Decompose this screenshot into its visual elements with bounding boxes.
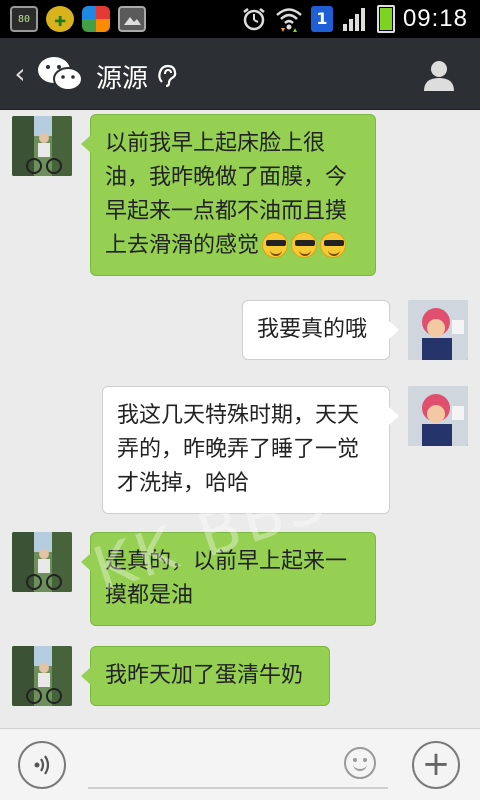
message-bubble[interactable]: 以前我早上起床脸上很油，我昨晚做了面膜，今早起来一点都不油而且摸上去滑滑的感觉 <box>81 114 376 276</box>
my-avatar[interactable] <box>408 386 468 446</box>
contact-profile-button[interactable] <box>422 58 456 92</box>
contact-avatar[interactable] <box>12 646 72 706</box>
wechat-logo-icon <box>38 57 83 91</box>
message-text: 我这几天特殊时期，天天弄的，昨晚弄了睡了一觉才洗掉，哈哈 <box>117 403 360 496</box>
sunglasses-emoji-icon <box>291 232 318 258</box>
voice-icon <box>34 755 50 775</box>
chat-header: ‹ 源源 <box>0 38 480 110</box>
emoji-button[interactable] <box>344 747 376 779</box>
back-button[interactable]: ‹ <box>6 56 34 92</box>
system-icons: 1 09:18 <box>241 4 468 34</box>
sunglasses-emoji-icon <box>320 232 347 258</box>
message-bubble[interactable]: 我要真的哦 <box>242 300 399 360</box>
voice-input-button[interactable] <box>18 741 66 789</box>
earpiece-mode-icon <box>158 64 177 88</box>
message-list: 以前我早上起床脸上很油，我昨晚做了面膜，今早起来一点都不油而且摸上去滑滑的感觉 … <box>0 110 480 728</box>
message-bubble[interactable]: 我昨天加了蛋清牛奶 <box>81 646 330 706</box>
sunglasses-emoji-icon <box>262 232 289 258</box>
message-text: 是真的，以前早上起来一摸都是油 <box>105 549 348 608</box>
sim-slot-icon: 1 <box>310 6 333 32</box>
message-bubble[interactable]: 我这几天特殊时期，天天弄的，昨晚弄了睡了一觉才洗掉，哈哈 <box>102 386 399 514</box>
contact-avatar[interactable] <box>12 116 72 176</box>
wifi-icon <box>276 8 302 32</box>
message-text: 我要真的哦 <box>257 317 368 342</box>
contact-avatar[interactable] <box>12 532 72 592</box>
gallery-icon <box>118 6 146 32</box>
notification-icons: 80 ✚ <box>10 5 146 33</box>
status-bar: 80 ✚ 1 09:18 <box>0 0 480 38</box>
chat-title: 源源 <box>96 64 149 94</box>
message-text: 我昨天加了蛋清牛奶 <box>105 663 304 688</box>
more-options-button[interactable]: + <box>412 741 460 789</box>
battery-app-icon: 80 <box>10 6 38 32</box>
my-avatar[interactable] <box>408 300 468 360</box>
alarm-icon <box>243 8 265 31</box>
plus-app-icon: ✚ <box>46 6 74 32</box>
message-input[interactable] <box>88 743 388 789</box>
message-bubble[interactable]: 是真的，以前早上起来一摸都是油 <box>81 532 376 626</box>
flower-app-icon <box>82 6 110 32</box>
battery-icon <box>376 5 395 33</box>
signal-icon <box>342 8 365 31</box>
input-bar: + <box>0 728 480 800</box>
clock: 09:18 <box>402 5 468 32</box>
